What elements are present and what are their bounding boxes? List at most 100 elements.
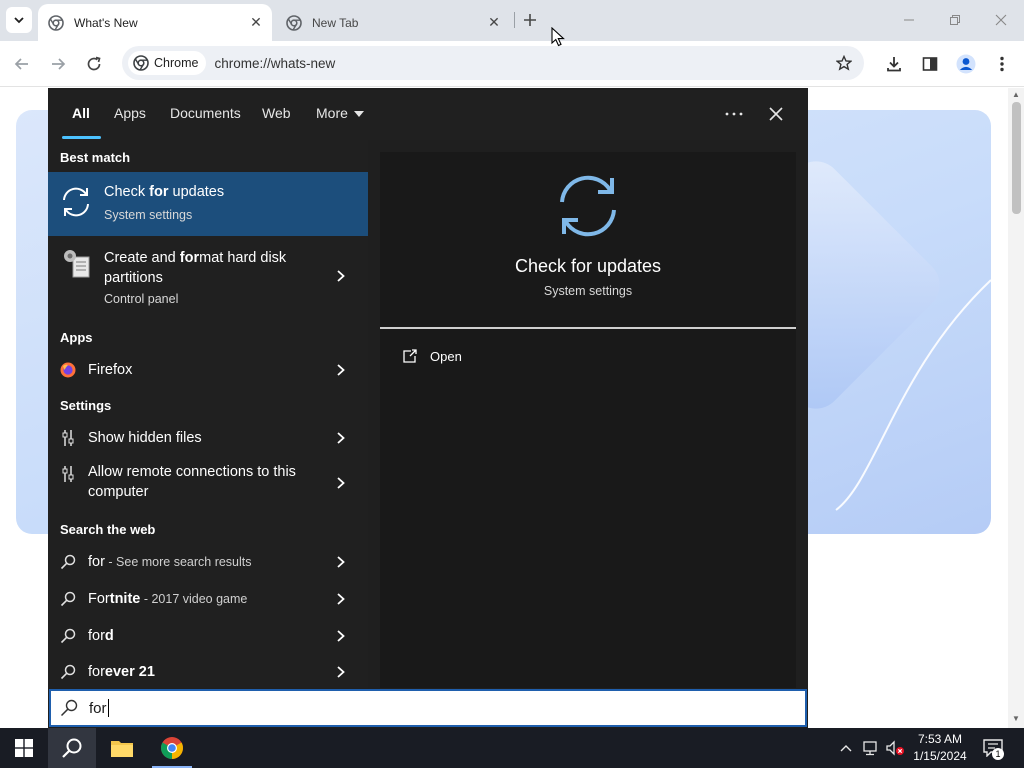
tab-separator <box>514 12 515 28</box>
downloads-button[interactable] <box>880 50 908 78</box>
tab-search-button[interactable] <box>6 7 32 33</box>
system-clock[interactable]: 7:53 AM 1/15/2024 <box>904 731 976 765</box>
web-result-fortnite[interactable]: Fortnite - 2017 video game <box>48 581 368 617</box>
address-bar[interactable]: Chrome chrome://whats-new <box>122 46 864 80</box>
open-action[interactable]: Open <box>400 348 462 364</box>
scroll-up-icon[interactable]: ▲ <box>1011 90 1021 100</box>
chrome-favicon-icon <box>48 14 64 31</box>
sync-icon <box>58 184 94 220</box>
arrow-right-icon <box>52 58 66 70</box>
menu-button[interactable] <box>988 50 1016 78</box>
chrome-taskbar-button[interactable] <box>148 728 196 768</box>
windows-logo-icon <box>15 739 33 757</box>
clock-time: 7:53 AM <box>917 732 963 746</box>
ellipsis-icon <box>725 112 743 116</box>
tab-whats-new[interactable]: What's New ✕ <box>38 4 272 41</box>
network-icon <box>863 741 877 756</box>
show-hidden-icons-button[interactable] <box>836 728 856 768</box>
close-search-button[interactable] <box>760 100 792 128</box>
result-title: for - See more search results <box>88 554 252 570</box>
site-info-chip[interactable]: Chrome <box>128 51 207 75</box>
sliders-icon <box>60 428 76 448</box>
result-title: Show hidden files <box>88 430 202 446</box>
tab-web[interactable]: Web <box>262 105 291 121</box>
chrome-favicon-icon <box>286 14 302 31</box>
profile-button[interactable] <box>952 50 980 78</box>
result-firefox[interactable]: Firefox <box>48 352 368 388</box>
result-allow-remote-connections[interactable]: Allow remote connections to this computer <box>48 456 368 508</box>
network-button[interactable] <box>860 728 882 768</box>
tab-title: New Tab <box>312 15 359 30</box>
chevron-right-icon[interactable] <box>336 431 346 445</box>
profile-avatar-icon <box>956 54 976 74</box>
chevron-right-icon[interactable] <box>336 363 346 377</box>
volume-button[interactable] <box>884 728 906 768</box>
search-icon <box>59 698 79 718</box>
tab-all[interactable]: All <box>72 105 90 121</box>
chevron-up-icon <box>840 745 852 752</box>
scroll-thumb[interactable] <box>1012 102 1021 214</box>
web-result-forever-21[interactable]: forever 21 <box>48 654 368 690</box>
new-tab-button[interactable] <box>518 8 542 32</box>
tab-title: What's New <box>74 15 138 30</box>
result-show-hidden-files[interactable]: Show hidden files <box>48 420 368 456</box>
chevron-right-icon[interactable] <box>336 269 346 283</box>
kebab-menu-icon <box>1000 56 1004 72</box>
action-center-button[interactable] <box>980 728 1006 768</box>
chevron-right-icon[interactable] <box>336 476 346 490</box>
chevron-right-icon[interactable] <box>336 592 346 606</box>
web-result-ford[interactable]: ford <box>48 618 368 654</box>
result-check-for-updates[interactable]: Check for updates System settings <box>48 172 368 236</box>
web-result-for[interactable]: for - See more search results <box>48 544 368 580</box>
search-icon <box>60 554 76 570</box>
section-search-the-web: Search the web <box>60 522 156 537</box>
tab-apps[interactable]: Apps <box>114 105 146 121</box>
close-icon <box>769 107 783 121</box>
file-explorer-button[interactable] <box>98 728 146 768</box>
site-chip-label: Chrome <box>154 56 199 70</box>
caret-down-icon <box>353 111 364 118</box>
back-button[interactable] <box>8 50 36 78</box>
chevron-right-icon[interactable] <box>336 629 346 643</box>
reload-button[interactable] <box>80 50 108 78</box>
search-icon <box>60 628 76 644</box>
forward-button[interactable] <box>44 50 72 78</box>
result-title: Check for updates <box>104 184 225 200</box>
reload-icon <box>87 56 101 71</box>
chevron-right-icon[interactable] <box>336 665 346 679</box>
close-window-button[interactable] <box>987 8 1015 32</box>
firefox-icon <box>60 362 76 378</box>
tab-more[interactable]: More <box>316 105 364 121</box>
result-title: Firefox <box>88 362 133 378</box>
result-format-hard-disk[interactable]: Create and format hard disk partitions Co… <box>48 236 368 316</box>
plus-icon <box>524 14 536 26</box>
disk-management-icon <box>60 246 94 280</box>
page-scrollbar[interactable]: ▲ ▼ <box>1008 88 1024 728</box>
text-caret <box>107 699 109 717</box>
more-options-button[interactable] <box>718 100 750 128</box>
active-tab-indicator <box>62 136 101 139</box>
clock-date: 1/15/2024 <box>913 749 967 763</box>
start-button[interactable] <box>0 728 48 768</box>
sync-icon <box>560 175 616 237</box>
preview-subtitle: System settings <box>543 284 633 298</box>
tab-close-icon[interactable]: ✕ <box>484 13 504 33</box>
tab-new-tab[interactable]: New Tab ✕ <box>276 4 510 41</box>
section-settings: Settings <box>60 398 112 413</box>
windows-search-panel: All Apps Documents Web More Best match C… <box>48 88 808 728</box>
tab-documents[interactable]: Documents <box>170 105 241 121</box>
result-preview-pane: Check for updates System settings Open <box>380 152 796 688</box>
side-panel-button[interactable] <box>916 50 944 78</box>
url-text[interactable]: chrome://whats-new <box>214 56 335 71</box>
taskbar-search-button[interactable] <box>48 728 96 768</box>
search-input[interactable]: for <box>49 689 807 727</box>
tab-close-icon[interactable]: ✕ <box>246 13 266 33</box>
result-title: forever 21 <box>88 664 155 680</box>
bookmark-star-button[interactable] <box>834 53 854 73</box>
minimize-button[interactable] <box>895 8 923 32</box>
restore-button[interactable] <box>941 8 969 32</box>
volume-muted-icon <box>886 740 904 756</box>
scroll-down-icon[interactable]: ▼ <box>1011 714 1021 724</box>
preview-title: Check for updates <box>514 256 662 276</box>
chevron-right-icon[interactable] <box>336 555 346 569</box>
